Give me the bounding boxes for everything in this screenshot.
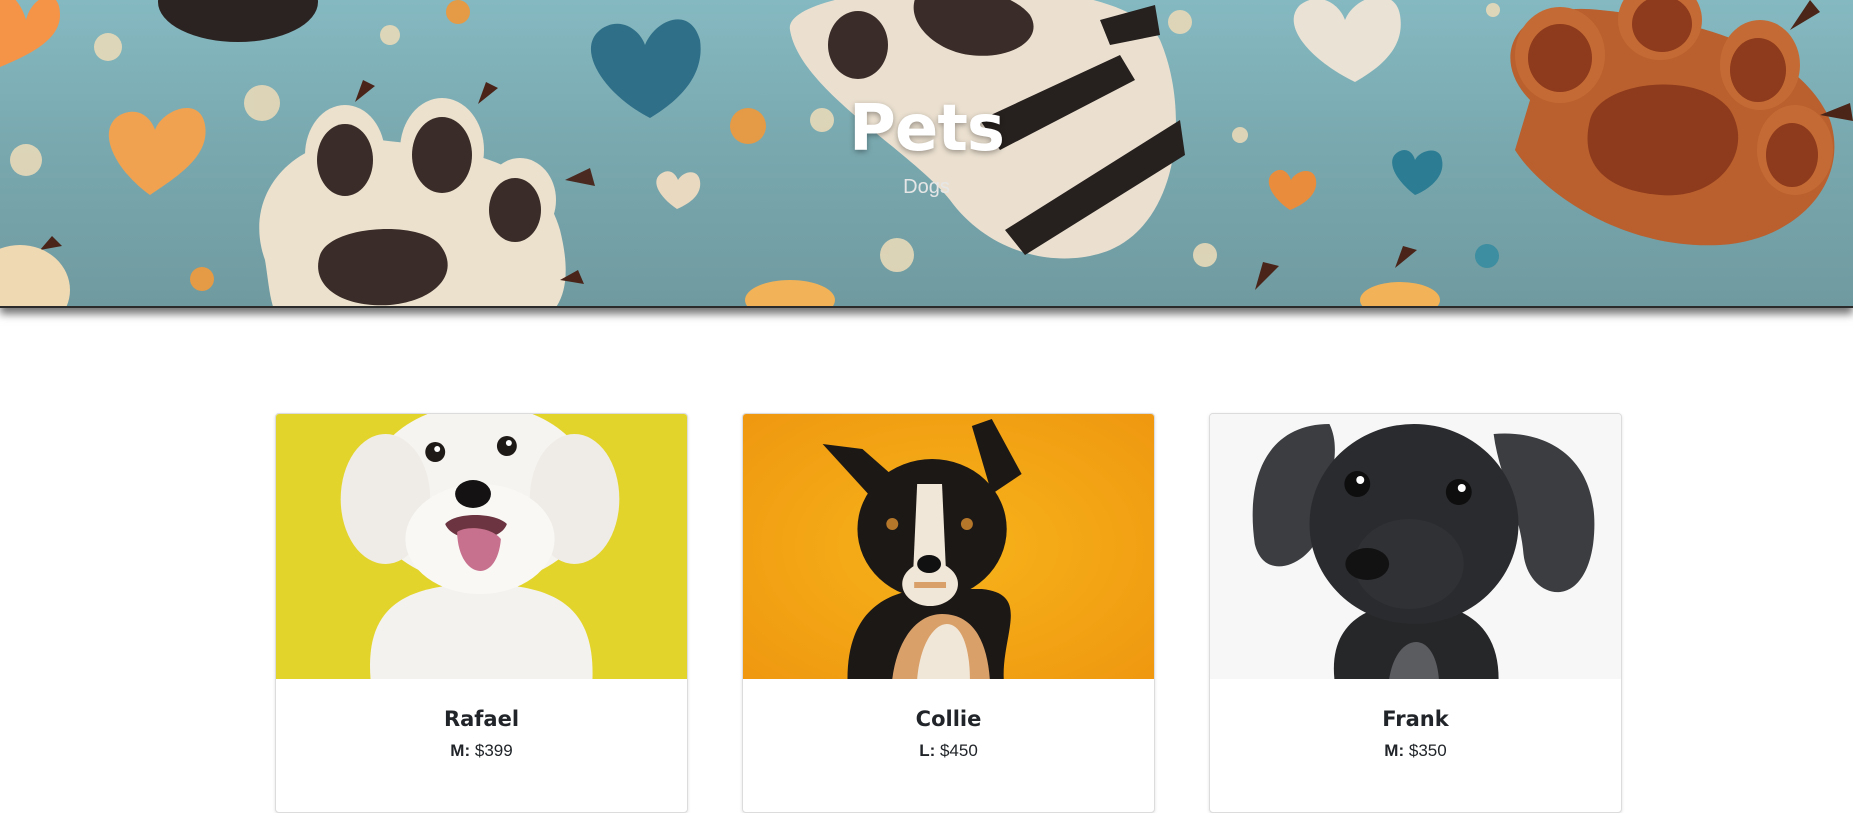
pet-card-grid: Rafael M: $399 Collie L: $450 Frank M: $… [275,413,1622,813]
pet-price: M: $399 [276,731,687,761]
hero-banner: Pets Dogs [0,0,1853,308]
pet-price-value: $350 [1408,741,1447,760]
pet-card[interactable]: Collie L: $450 [742,413,1155,813]
pet-card[interactable]: Frank M: $350 [1209,413,1622,813]
page-title: Pets [849,92,1005,166]
pet-price-value: $399 [474,741,513,760]
pet-name: Frank [1382,707,1449,731]
black-puppy-dog-photo[interactable] [1210,414,1621,679]
pet-card[interactable]: Rafael M: $399 [275,413,688,813]
pet-price-value: $450 [939,741,978,760]
pet-name: Collie [915,707,982,731]
pet-size-label: M: [450,741,471,760]
pet-size-label: M: [1384,741,1405,760]
page-subtitle: Dogs [903,176,950,198]
pet-size-label: L: [919,741,936,760]
white-fluffy-dog-photo[interactable] [276,414,687,679]
pet-price: L: $450 [743,731,1154,761]
pet-name: Rafael [443,707,520,731]
border-collie-dog-photo[interactable] [743,414,1154,679]
pet-price: M: $350 [1210,731,1621,761]
